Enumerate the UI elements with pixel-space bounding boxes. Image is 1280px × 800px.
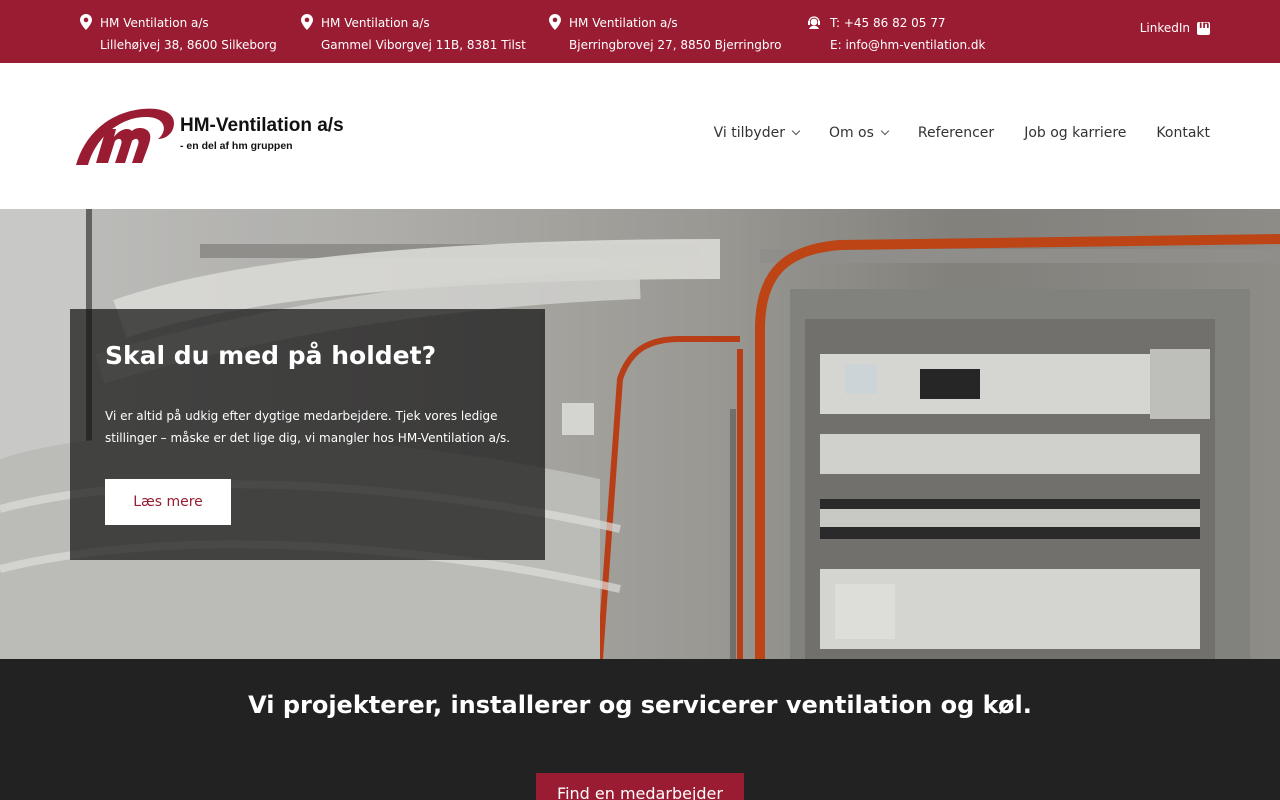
services-title: Vi projekterer, installerer og servicere… <box>248 691 1032 719</box>
logo-name: HM-Ventilation a/s <box>180 115 344 136</box>
linkedin-link[interactable]: LinkedIn in <box>1139 20 1210 35</box>
hm-logo-mark <box>76 108 174 165</box>
site-header: HM-Ventilation a/s - en del af hm gruppe… <box>0 63 1280 209</box>
location-tilst: HM Ventilation a/s Gammel Viborgvej 11B,… <box>301 12 526 56</box>
location-silkeborg: HM Ventilation a/s Lillehøjvej 38, 8600 … <box>80 12 277 56</box>
chevron-down-icon <box>791 126 801 136</box>
nav-label: Vi tilbyder <box>713 125 785 141</box>
nav-label: Om os <box>828 125 874 141</box>
nav-kontakt[interactable]: Kontakt <box>1156 125 1210 141</box>
top-bar: HM Ventilation a/s Lillehøjvej 38, 8600 … <box>0 0 1280 63</box>
location-name: HM Ventilation a/s <box>321 16 430 30</box>
location-bjerringbro: HM Ventilation a/s Bjerringbrovej 27, 88… <box>549 12 782 56</box>
main-nav: Vi tilbyder Om os Referencer Job og karr… <box>714 125 1210 141</box>
map-pin-icon <box>301 14 313 30</box>
map-pin-icon <box>80 14 92 30</box>
location-address: Lillehøjvej 38, 8600 Silkeborg <box>100 38 277 52</box>
logo-tagline: - en del af hm gruppen <box>180 140 293 152</box>
location-name: HM Ventilation a/s <box>569 16 678 30</box>
hero-text: Vi er altid på udkig efter dygtige medar… <box>105 409 511 445</box>
contact-info: T: +45 86 82 05 77 E: info@hm-ventilatio… <box>808 12 985 56</box>
nav-vi-tilbyder[interactable]: Vi tilbyder <box>713 125 801 141</box>
linkedin-icon: in <box>1197 20 1210 35</box>
headset-icon <box>808 16 820 29</box>
chevron-down-icon <box>880 126 890 136</box>
location-address: Gammel Viborgvej 11B, 8381 Tilst <box>321 38 526 52</box>
find-employee-button[interactable]: Find en medarbejder <box>536 773 744 800</box>
linkedin-label: LinkedIn <box>1139 21 1190 35</box>
nav-referencer[interactable]: Referencer <box>918 125 994 141</box>
email-link[interactable]: E: info@hm-ventilation.dk <box>830 34 985 56</box>
hero-title: Skal du med på holdet? <box>105 341 437 370</box>
phone-link[interactable]: T: +45 86 82 05 77 <box>830 12 985 34</box>
hero-card: Skal du med på holdet? Vi er altid på ud… <box>70 309 545 560</box>
location-name: HM Ventilation a/s <box>100 16 209 30</box>
nav-label: Job og karriere <box>1024 125 1127 141</box>
hero-banner: Skal du med på holdet? Vi er altid på ud… <box>0 209 1280 659</box>
nav-job-og-karriere[interactable]: Job og karriere <box>1024 125 1126 141</box>
location-address: Bjerringbrovej 27, 8850 Bjerringbro <box>569 38 782 52</box>
read-more-button[interactable]: Læs mere <box>105 479 231 525</box>
logo[interactable]: HM-Ventilation a/s - en del af hm gruppe… <box>70 107 344 167</box>
services-section: Vi projekterer, installerer og servicere… <box>0 659 1280 800</box>
nav-label: Referencer <box>917 125 995 141</box>
nav-label: Kontakt <box>1156 125 1210 141</box>
map-pin-icon <box>549 14 561 30</box>
nav-om-os[interactable]: Om os <box>828 125 890 141</box>
